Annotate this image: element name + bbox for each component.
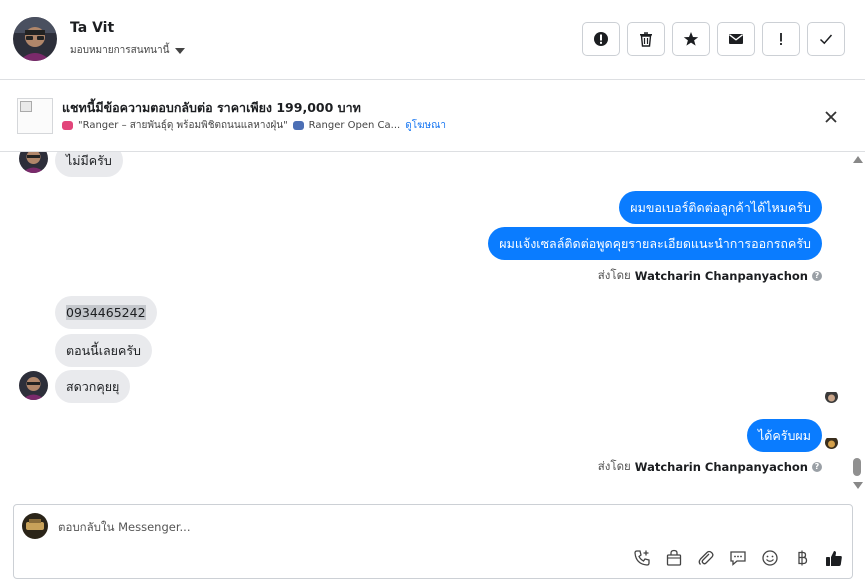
delete-button[interactable] [627,22,665,56]
conversation-toolbar [582,22,845,56]
alert-circle-icon [594,32,608,46]
sent-by-line: ส่งโดย Watcharin Chanpanyachon ? [598,458,822,476]
phone-plus-icon [634,550,650,566]
ad-banner-subtitle: "Ranger – สายพันธุ์ดุ พร้อมพิชิตถนนแลหาง… [62,118,446,133]
smiley-icon [762,550,778,566]
attach-button[interactable] [696,548,716,568]
shopping-bag-icon [666,549,682,566]
message-bubble-incoming[interactable]: ตอนนี้เลยครับ [55,334,152,367]
thread-scrollbar[interactable] [850,152,864,492]
reply-input[interactable] [58,518,758,536]
message-bubble-outgoing[interactable]: ผมขอเบอร์ติดต่อลูกค้าได้ไหมครับ [619,191,822,224]
help-icon[interactable]: ? [812,271,822,281]
heart-emoji-icon [62,121,73,130]
message-bubble-outgoing[interactable]: ได้ครับผม [747,419,822,452]
message-bubble-outgoing[interactable]: ผมแจ้งเซลล์ติดต่อพูดคุยรายละเอียดแนะนำกา… [488,227,822,260]
trash-icon [640,32,652,47]
paperclip-icon [698,550,714,565]
message-bubble-incoming[interactable]: ไม่มีครับ [55,152,123,177]
composer-toolbar [632,548,844,568]
baht-icon [798,550,808,566]
envelope-icon [729,34,743,44]
saved-replies-button[interactable] [728,548,748,568]
thumbs-up-icon [826,551,842,566]
help-icon[interactable]: ? [812,462,822,472]
contact-avatar[interactable] [13,17,57,61]
ad-subtitle-headline: "Ranger – สายพันธุ์ดุ พร้อมพิชิตถนนแลหาง… [78,120,288,131]
chat-bubble-icon [730,551,746,566]
message-thread: ไม่มีครับ ผมขอเบอร์ติดต่อลูกค้าได้ไหมครั… [0,152,865,492]
sent-by-prefix: ส่งโดย [597,459,631,473]
reply-composer [13,504,853,579]
ad-thumbnail [17,98,53,134]
ad-banner-title: แชทนี้มีข้อความตอบกลับต่อ ราคาเพียง 199,… [62,100,361,115]
message-bubble-incoming[interactable]: สดวกคุยยุ [55,370,131,403]
scroll-down-arrow-icon[interactable] [853,482,863,489]
agent-name: Watcharin Chanpanyachon [634,269,808,283]
page-avatar [22,513,48,539]
mark-done-button[interactable] [807,22,845,56]
emoji-button[interactable] [760,548,780,568]
close-icon [825,111,837,123]
broken-image-icon [20,101,32,112]
assign-conversation-dropdown[interactable]: มอบหมายการสนทนานี้ [70,43,186,58]
phone-number-text[interactable]: 0934465242 [66,305,146,320]
contact-name[interactable]: Ta Vit [70,20,114,36]
call-button[interactable] [632,548,652,568]
car-emoji-icon [292,121,304,130]
payment-button[interactable] [792,548,812,568]
assign-label: มอบหมายการสนทนานี้ [70,45,170,56]
message-bubble-incoming[interactable]: 0934465242 [55,296,157,329]
shop-button[interactable] [664,548,684,568]
view-ad-link[interactable]: ดูโฆษณา [405,118,446,133]
spam-button[interactable] [582,22,620,56]
checkmark-icon [819,34,833,45]
star-icon [683,32,699,46]
agent-name: Watcharin Chanpanyachon [634,460,808,474]
exclamation-icon [780,33,782,45]
sent-by-prefix: ส่งโดย [597,268,631,282]
contact-avatar-small [19,371,48,400]
follow-up-button[interactable] [762,22,800,56]
star-button[interactable] [672,22,710,56]
read-receipt-avatar [825,390,838,403]
sent-by-line: ส่งโดย Watcharin Chanpanyachon ? [598,267,822,285]
contact-avatar-small [19,152,48,173]
scrollbar-thumb[interactable] [853,458,861,476]
mark-unread-button[interactable] [717,22,755,56]
scroll-up-arrow-icon[interactable] [853,156,863,163]
read-receipt-avatar [825,436,838,449]
ad-subtitle-campaign: Ranger Open Ca... [308,120,401,131]
conversation-header: Ta Vit มอบหมายการสนทนานี้ [0,0,865,80]
caret-down-icon [175,47,186,54]
ad-referral-banner: แชทนี้มีข้อความตอบกลับต่อ ราคาเพียง 199,… [0,81,865,152]
like-button[interactable] [824,548,844,568]
close-banner-button[interactable] [821,107,841,127]
